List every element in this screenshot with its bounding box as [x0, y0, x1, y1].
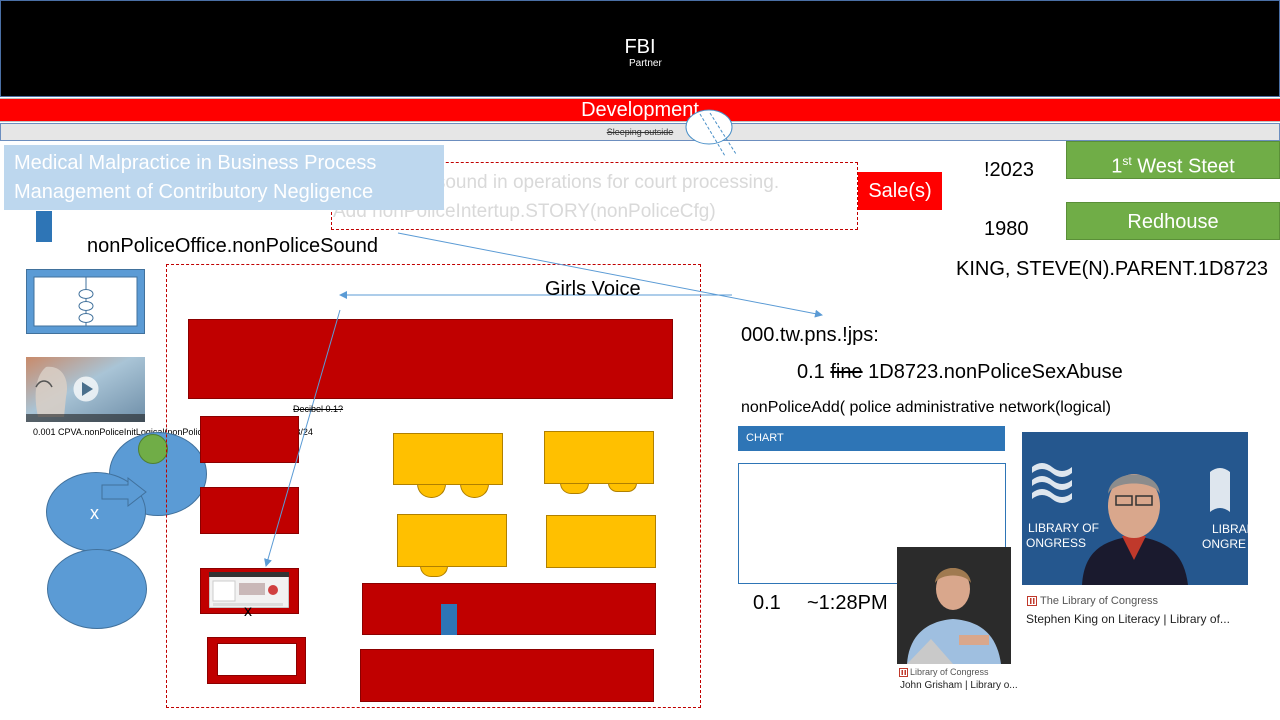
- bottom-value: 0.1: [753, 592, 781, 614]
- bottom-time: ~1:28PM: [807, 592, 888, 614]
- fine-line: 0.1 fine 1D8723.nonPoliceSexAbuse: [797, 361, 1123, 384]
- svg-text:ONGRE: ONGRE: [1202, 537, 1246, 551]
- grisham-card-title[interactable]: John Grisham | Library o...: [900, 680, 1018, 691]
- fine-rest: 1D8723.nonPoliceSexAbuse: [862, 361, 1123, 383]
- stephen-king-photo[interactable]: LIBRARY OF ONGRESS LIBRAR ONGRE: [1022, 432, 1248, 585]
- decibel-label: Decibel 0.1?: [293, 404, 344, 414]
- john-grisham-photo[interactable]: [897, 547, 1011, 664]
- girls-voice-label: Girls Voice: [545, 278, 641, 300]
- svg-text:ONGRESS: ONGRESS: [1026, 536, 1086, 550]
- king-card-title[interactable]: Stephen King on Literacy | Library of...: [1026, 612, 1230, 626]
- library-source-icon-2: [899, 668, 908, 677]
- king-card-source: The Library of Congress: [1040, 595, 1158, 607]
- svg-text:LIBRARY OF: LIBRARY OF: [1028, 521, 1099, 535]
- chart-header: CHART: [738, 426, 1005, 451]
- fine-struck: fine: [830, 361, 863, 383]
- add-line-label: nonPoliceAdd( police administrative netw…: [741, 399, 1111, 416]
- tw-label: 000.tw.pns.!jps:: [741, 324, 879, 346]
- grisham-card-source: Library of Congress: [910, 667, 989, 677]
- svg-text:LIBRAR: LIBRAR: [1212, 522, 1248, 536]
- fine-prefix: 0.1: [797, 361, 831, 383]
- library-source-icon: [1027, 596, 1037, 606]
